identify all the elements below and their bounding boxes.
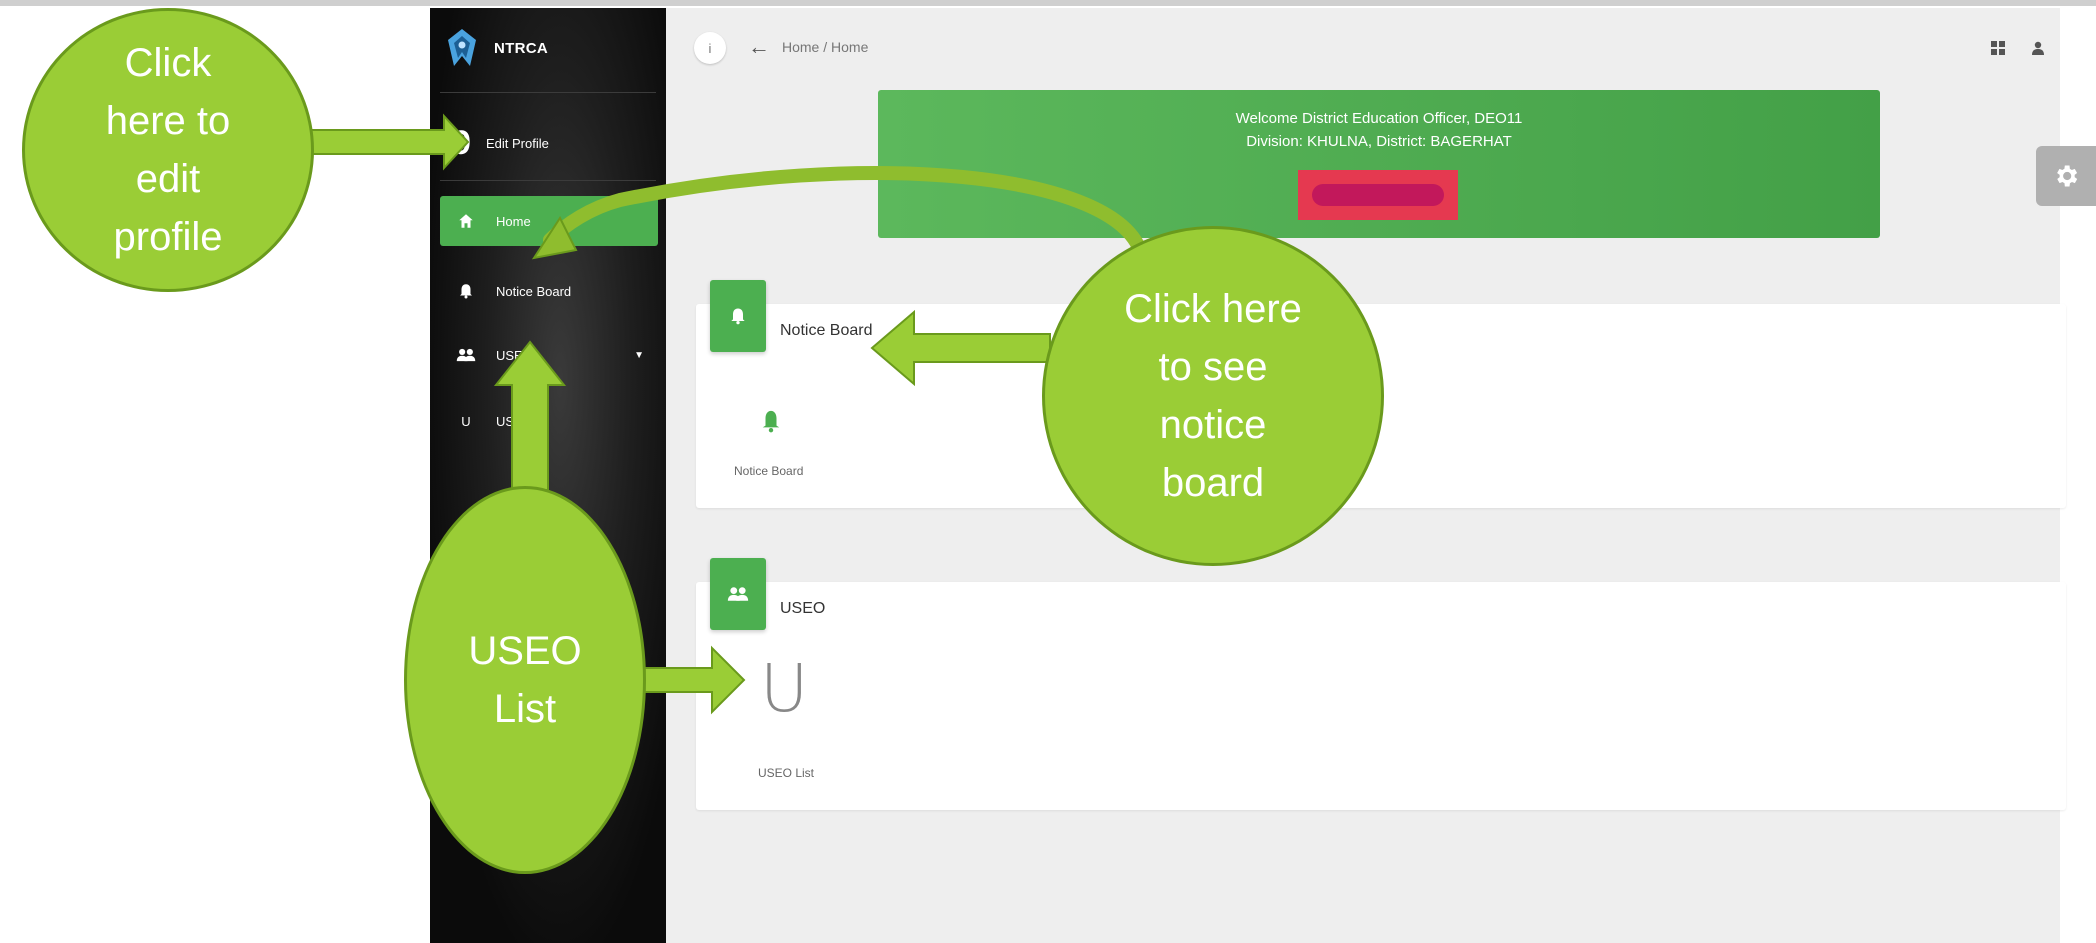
gear-icon (2057, 165, 2078, 187)
top-border (0, 0, 2096, 6)
annotation-text: to see (1158, 345, 1268, 389)
annotation-edit-profile: Click here to edit profile (22, 8, 314, 292)
annotation-text: Click here (1124, 287, 1302, 331)
user-icon[interactable] (2026, 36, 2050, 60)
bell-icon (456, 282, 476, 300)
subitem-letter-icon: U (461, 413, 471, 429)
useo-card: USEO U USEO List (696, 558, 2066, 810)
grid-icon[interactable] (1986, 36, 2010, 60)
sidebar-item-label: Notice Board (496, 283, 572, 299)
annotation-text: notice (1159, 403, 1267, 447)
sidebar-item-label: USE (496, 413, 523, 429)
card-badge (710, 558, 766, 630)
profile-glyph: 9 (452, 124, 471, 162)
settings-button[interactable] (2036, 146, 2096, 206)
welcome-message: Welcome District Education Officer, DEO1… (1235, 110, 1523, 127)
sidebar-item-label: Home (496, 213, 531, 229)
card-title: USEO (780, 600, 826, 617)
sidebar-item-notice-board[interactable]: Notice Board (440, 266, 658, 316)
welcome-location: Division: KHULNA, District: BAGERHAT (1246, 133, 1512, 150)
annotation-useo-list: USEO List (404, 486, 646, 874)
info-glyph: i (708, 40, 712, 56)
brand-name: NTRCA (494, 39, 548, 57)
breadcrumb: Home / Home (782, 39, 869, 55)
info-button[interactable]: i (694, 32, 726, 64)
redacted-pill (1312, 184, 1444, 206)
sidebar-divider (440, 92, 656, 93)
sidebar-item-home[interactable]: Home (440, 196, 658, 246)
useo-list-tile-label[interactable]: USEO List (758, 766, 814, 780)
notice-board-tile-label[interactable]: Notice Board (734, 464, 803, 478)
sidebar-subitem-useo[interactable]: U USE (440, 396, 658, 446)
people-icon (456, 346, 476, 364)
bell-icon[interactable] (760, 408, 782, 434)
welcome-banner: Welcome District Education Officer, DEO1… (878, 90, 1880, 238)
home-icon (456, 212, 476, 230)
sidebar-item-useo[interactable]: USEO ▼ (440, 330, 658, 380)
annotation-text: board (1161, 461, 1265, 505)
card-title: Notice Board (780, 322, 873, 339)
useo-tile-glyph[interactable]: U (760, 650, 808, 727)
annotation-text: List (493, 687, 557, 731)
annotation-text: USEO (468, 629, 582, 673)
edit-profile-label: Edit Profile (486, 135, 549, 151)
annotation-text: Click (124, 41, 212, 85)
annotation-text: edit (135, 157, 201, 201)
annotation-text: here to (105, 99, 231, 143)
back-arrow-icon[interactable]: ← (748, 34, 770, 60)
sidebar-divider (440, 180, 656, 181)
sidebar-item-label: USEO (496, 347, 533, 363)
ntrca-logo-icon (448, 29, 476, 66)
sidebar-brand[interactable]: NTRCA (440, 26, 548, 70)
people-icon (727, 587, 749, 601)
annotation-notice-board: Click here to see notice board (1042, 226, 1384, 566)
edit-profile-link[interactable]: 9 Edit Profile (452, 126, 549, 160)
bell-icon (731, 308, 745, 325)
card-badge (710, 280, 766, 352)
redacted-highlight (1298, 170, 1458, 220)
annotation-text: profile (113, 215, 223, 259)
chevron-down-icon: ▼ (634, 349, 644, 361)
